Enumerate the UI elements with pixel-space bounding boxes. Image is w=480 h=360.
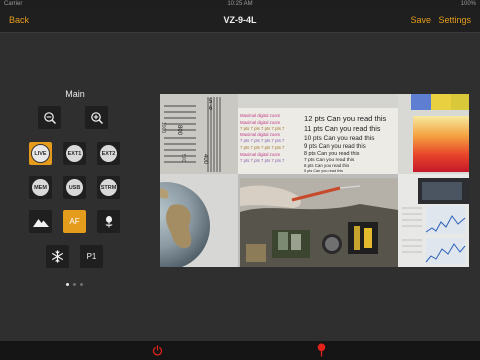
strm-button[interactable]: STRM	[97, 176, 120, 199]
page-dot-2[interactable]	[73, 283, 76, 286]
camera-preview[interactable]: 800 400 1000 500 5 6 Maximal digital zoo…	[160, 94, 469, 267]
status-time: 10:25 AM	[227, 1, 253, 7]
zoom-line-8: 7 pts 7 pts 7 pts 7 pts 7	[240, 158, 285, 163]
zoom-out-button[interactable]	[38, 106, 61, 129]
mem-label: MEM	[32, 179, 49, 196]
read-line-8pt: 8 pts Can you read this	[304, 151, 360, 157]
settings-button[interactable]: Settings	[438, 15, 471, 25]
zoom-in-icon	[90, 111, 103, 124]
ruler-number-400: 400	[202, 154, 208, 165]
status-bar: Carrier 10:25 AM 100%	[0, 0, 480, 9]
save-button[interactable]: Save	[410, 15, 431, 25]
zoom-in-button[interactable]	[85, 106, 108, 129]
macro-mode-button[interactable]	[97, 210, 120, 233]
page-dot-1[interactable]	[66, 283, 69, 286]
landscape-icon	[32, 218, 49, 227]
snowflake-icon	[52, 250, 63, 263]
macro-flower-icon	[105, 215, 112, 228]
navigation-bar: Back VZ-9-4L Save Settings	[0, 9, 480, 33]
read-line-6pt: 6 pts Can you read this	[304, 163, 350, 168]
panel-title: Main	[65, 89, 85, 99]
read-line-5pt: 5 pts Can you read this	[304, 169, 343, 173]
zoom-line-3: 7 pts 7 pts 7 pts 7 pts 7	[240, 126, 285, 131]
zoom-line-5: 7 pts 7 pts 7 pts 7 pts 7	[240, 138, 285, 143]
zoom-line-7: Maximal digital zoom	[240, 152, 281, 157]
preview-image: 800 400 1000 500 5 6 Maximal digital zoo…	[160, 94, 469, 267]
power-icon[interactable]	[152, 345, 163, 356]
p1-label: P1	[86, 252, 97, 261]
zoom-line-4: Maximal digital zoom	[240, 132, 281, 137]
page-title: VZ-9-4L	[223, 15, 257, 25]
zoom-line-1: Maximal digital zoom	[240, 113, 281, 118]
read-line-9pt: 9 pts Can you read this	[304, 144, 366, 150]
live-label: LIVE	[31, 144, 50, 163]
ext2-label: EXT2	[100, 145, 117, 162]
autofocus-button[interactable]: AF	[63, 210, 86, 233]
zoom-line-2: Maximal digital zoom	[240, 120, 281, 125]
read-line-11pt: 11 pts Can you read this	[304, 125, 381, 133]
read-line-10pt: 10 pts Can you read this	[304, 135, 375, 142]
preset-p1-button[interactable]: P1	[80, 245, 103, 268]
usb-button[interactable]: USB	[63, 176, 86, 199]
zoom-out-icon	[43, 111, 56, 124]
ruler-number-500: 500	[180, 154, 186, 163]
ext1-button[interactable]: EXT1	[63, 142, 86, 165]
battery-label: 100%	[460, 1, 476, 7]
live-button[interactable]: LIVE	[29, 142, 52, 165]
ext2-button[interactable]: EXT2	[97, 142, 120, 165]
ext1-label: EXT1	[66, 145, 83, 162]
page-indicator	[66, 283, 86, 287]
ruler-number-1000: 1000	[160, 122, 166, 133]
strm-label: STRM	[100, 179, 117, 196]
ruler-number-800: 800	[176, 125, 182, 136]
zoom-line-6: 7 pts 7 pts 7 pts 7 pts 7	[240, 145, 285, 150]
page-dot-3[interactable]	[80, 283, 83, 286]
read-line-12pt: 12 pts Can you read this	[304, 114, 387, 123]
map-pin-icon[interactable]	[317, 343, 326, 357]
bottom-bar	[0, 341, 480, 360]
usb-label: USB	[66, 179, 83, 196]
landscape-mode-button[interactable]	[29, 210, 52, 233]
white-balance-button[interactable]	[46, 245, 69, 268]
mem-button[interactable]: MEM	[29, 176, 52, 199]
af-label: AF	[69, 217, 80, 226]
